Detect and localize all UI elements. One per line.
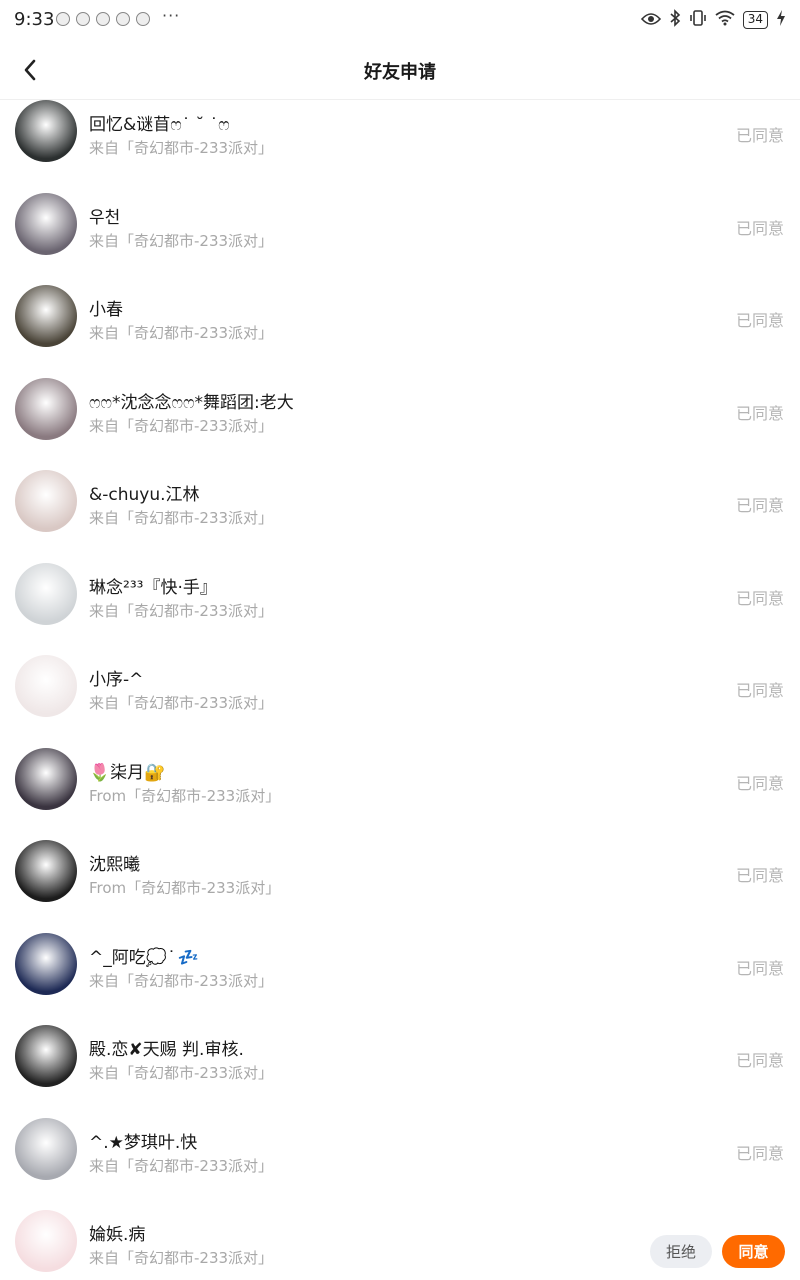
status-label: 已同意: [735, 126, 784, 145]
status-label: 已同意: [735, 496, 784, 515]
accept-button[interactable]: 同意: [722, 1235, 785, 1268]
notification-icon: [96, 12, 110, 26]
header: 好友申请: [0, 40, 800, 100]
status-label: 已同意: [735, 1051, 784, 1070]
battery-indicator: 34: [742, 11, 768, 29]
request-source: From「奇幻都市-233派对」: [89, 879, 281, 897]
bluetooth-icon: [669, 9, 681, 31]
request-name: ෆෆ*沈念念ෆෆ*舞蹈团:老大: [89, 392, 294, 413]
status-label: 已同意: [735, 681, 784, 700]
list-item[interactable]: &-chuyu.江林 来自「奇幻都市-233派对」 已同意: [0, 470, 800, 563]
eye-icon: [640, 11, 661, 30]
avatar[interactable]: [15, 932, 77, 995]
status-label: 已同意: [735, 773, 784, 793]
list-item[interactable]: 婨娦.病 来自「奇幻都市-233派对」 拒绝 同意: [0, 1210, 800, 1280]
request-source: 来自「奇幻都市-233派对」: [89, 971, 274, 990]
status-label: 已同意: [735, 588, 784, 608]
request-name: 琳念²³³『快·手』: [89, 577, 217, 598]
request-name: 殿.恋✘天赐 判.审核.: [89, 1040, 244, 1060]
reject-button[interactable]: 拒绝: [650, 1235, 712, 1268]
wifi-icon: [715, 10, 735, 30]
list-item[interactable]: ෆෆ*沈念念ෆෆ*舞蹈团:老大 来自「奇幻都市-233派对」 已同意: [0, 377, 800, 471]
avatar[interactable]: [15, 562, 77, 625]
avatar[interactable]: [15, 1210, 77, 1272]
notification-icon: [76, 12, 90, 26]
status-label: 已同意: [735, 403, 784, 423]
status-label: 已同意: [735, 1143, 784, 1163]
status-bar: 9:33 ··· 34: [0, 0, 800, 40]
request-source: 来自「奇幻都市-233派对」: [89, 139, 274, 157]
request-source: 来自「奇幻都市-233派对」: [89, 1064, 274, 1082]
list-item[interactable]: 回忆&谜苜ෆ˙ ˘ ˙ෆ 来自「奇幻都市-233派对」 已同意: [0, 100, 800, 193]
avatar[interactable]: [15, 285, 77, 347]
charging-icon: [776, 10, 786, 30]
request-name: 婨娦.病: [89, 1225, 146, 1245]
avatar[interactable]: [15, 655, 77, 717]
list-item[interactable]: 小序-^ 来自「奇幻都市-233派对」 已同意: [0, 655, 800, 748]
vibrate-icon: [689, 9, 707, 31]
list-item[interactable]: 우천 来自「奇幻都市-233派对」 已同意: [0, 192, 800, 286]
list-item[interactable]: ^.★梦琪叶.快 来自「奇幻都市-233派对」 已同意: [0, 1117, 800, 1211]
request-name: &-chuyu.江林: [89, 485, 200, 505]
list-item[interactable]: 小春 来自「奇幻都市-233派对」 已同意: [0, 285, 800, 378]
status-label: 已同意: [735, 958, 784, 978]
avatar[interactable]: [15, 1025, 77, 1087]
notification-icon: [56, 12, 70, 26]
request-name: 小序-^: [89, 670, 144, 690]
avatar[interactable]: [15, 377, 77, 440]
friend-request-list: 回忆&谜苜ෆ˙ ˘ ˙ෆ 来自「奇幻都市-233派对」 已同意 우천 来自「奇幻…: [0, 100, 800, 1280]
request-name: ^_阿吃💭 ͘ 💤: [89, 947, 199, 968]
request-source: From「奇幻都市-233派对」: [89, 786, 281, 805]
status-label: 已同意: [735, 311, 784, 330]
page-title: 好友申请: [364, 62, 436, 83]
request-name: 우천: [89, 207, 121, 228]
request-source: 来自「奇幻都市-233派对」: [89, 1156, 274, 1175]
list-item[interactable]: ^_阿吃💭 ͘ 💤 来自「奇幻都市-233派对」 已同意: [0, 932, 800, 1026]
request-source: 来自「奇幻都市-233派对」: [89, 509, 274, 527]
request-source: 来自「奇幻都市-233派对」: [89, 231, 274, 250]
request-name: 🌷柒月🔐: [89, 762, 166, 783]
avatar[interactable]: [15, 192, 77, 255]
list-item[interactable]: 琳念²³³『快·手』 来自「奇幻都市-233派对」 已同意: [0, 562, 800, 656]
status-time: 9:33: [14, 9, 55, 30]
avatar[interactable]: [15, 747, 77, 810]
request-source: 来自「奇幻都市-233派对」: [89, 1249, 274, 1267]
list-item[interactable]: 🌷柒月🔐 From「奇幻都市-233派对」 已同意: [0, 747, 800, 841]
more-notifications-icon: ···: [162, 6, 181, 25]
avatar[interactable]: [15, 100, 77, 162]
avatar[interactable]: [15, 840, 77, 902]
notification-icon: [136, 12, 150, 26]
request-name: 沈熙曦: [89, 855, 140, 875]
request-source: 来自「奇幻都市-233派对」: [89, 601, 274, 620]
request-name: ^.★梦琪叶.快: [89, 1132, 198, 1153]
request-name: 小春: [89, 300, 123, 320]
request-source: 来自「奇幻都市-233派对」: [89, 694, 274, 712]
request-name: 回忆&谜苜ෆ˙ ˘ ˙ෆ: [89, 115, 230, 135]
notification-icons: [56, 12, 150, 26]
request-source: 来自「奇幻都市-233派对」: [89, 416, 274, 435]
list-item[interactable]: 殿.恋✘天赐 判.审核. 来自「奇幻都市-233派对」 已同意: [0, 1025, 800, 1118]
status-label: 已同意: [735, 218, 784, 238]
avatar[interactable]: [15, 470, 77, 532]
status-label: 已同意: [735, 866, 784, 885]
avatar[interactable]: [15, 1117, 77, 1180]
request-source: 来自「奇幻都市-233派对」: [89, 324, 274, 342]
notification-icon: [116, 12, 130, 26]
list-item[interactable]: 沈熙曦 From「奇幻都市-233派对」 已同意: [0, 840, 800, 933]
